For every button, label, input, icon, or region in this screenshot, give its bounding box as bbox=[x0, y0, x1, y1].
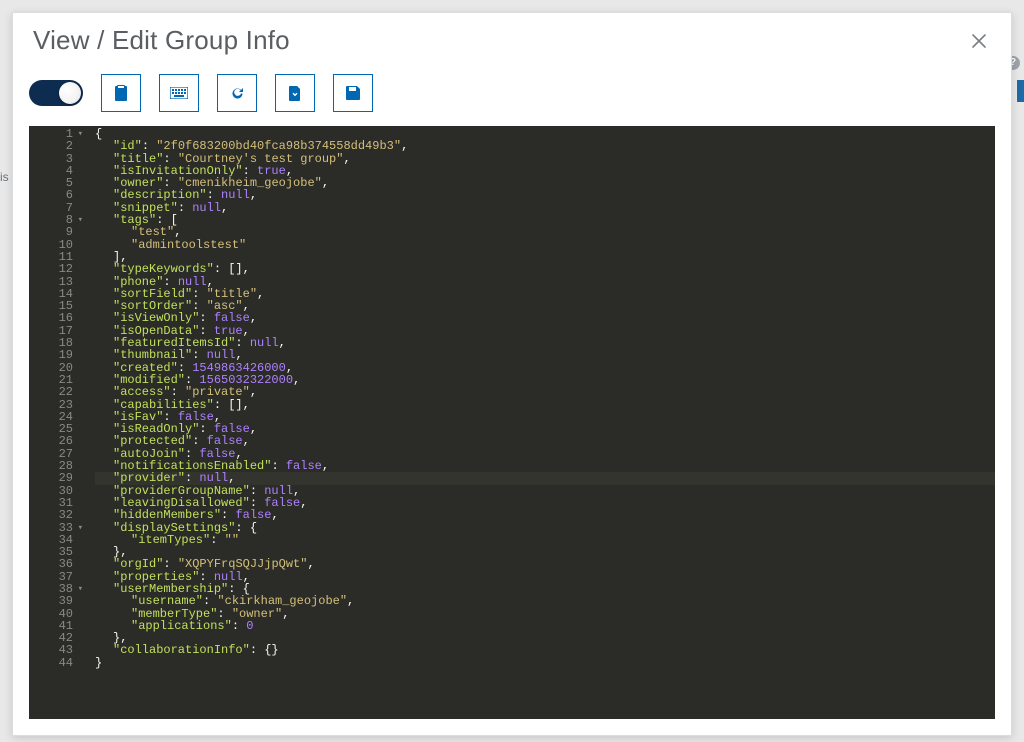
modal-title: View / Edit Group Info bbox=[33, 25, 290, 56]
json-editor[interactable]: 1234567891011121314151617181920212223242… bbox=[29, 126, 995, 719]
clipboard-button[interactable] bbox=[101, 74, 141, 112]
save-button[interactable] bbox=[333, 74, 373, 112]
bg-blue-fragment bbox=[1017, 80, 1024, 102]
keyboard-button[interactable] bbox=[159, 74, 199, 112]
save-icon bbox=[346, 86, 360, 100]
modal-dialog: View / Edit Group Info 12345678910111213… bbox=[12, 12, 1012, 736]
refresh-button[interactable] bbox=[217, 74, 257, 112]
toggle-knob bbox=[59, 82, 81, 104]
theme-toggle[interactable] bbox=[29, 80, 83, 106]
keyboard-icon bbox=[170, 87, 188, 99]
toolbar bbox=[13, 62, 1011, 126]
refresh-icon bbox=[230, 86, 245, 101]
download-button[interactable] bbox=[275, 74, 315, 112]
download-icon bbox=[289, 86, 301, 101]
editor-gutter: 1234567891011121314151617181920212223242… bbox=[29, 126, 81, 719]
clipboard-icon bbox=[114, 85, 128, 101]
close-icon bbox=[971, 33, 987, 49]
modal-header: View / Edit Group Info bbox=[13, 13, 1011, 62]
close-button[interactable] bbox=[967, 29, 991, 53]
editor-content[interactable]: {"id": "2f0f683200bd40fca98b374558dd49b3… bbox=[81, 126, 995, 719]
